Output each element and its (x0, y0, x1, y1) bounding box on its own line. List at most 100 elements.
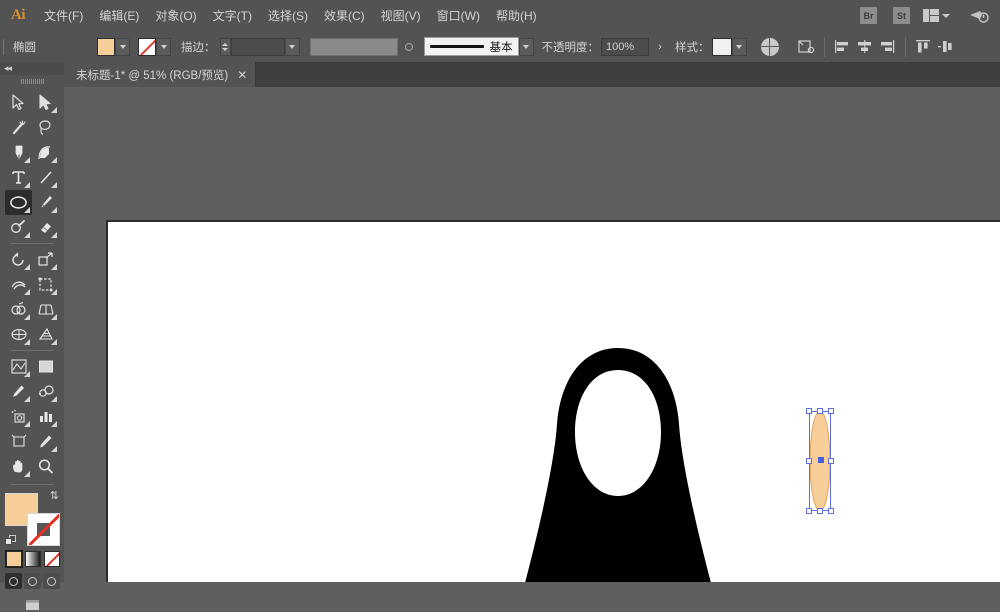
mesh-tool[interactable] (5, 322, 32, 347)
column-graph-tool[interactable] (32, 404, 59, 429)
variable-width-dropdown[interactable] (398, 36, 420, 58)
draw-inside-button[interactable] (43, 573, 60, 589)
perspective-grid-tool[interactable] (32, 297, 59, 322)
lasso-tool[interactable] (32, 115, 59, 140)
align-left-icon[interactable] (832, 36, 854, 58)
free-transform-tool[interactable] (32, 272, 59, 297)
draw-behind-button[interactable] (24, 573, 41, 589)
stroke-weight-input[interactable] (230, 37, 285, 56)
ellipse-tool[interactable] (5, 190, 32, 215)
graphic-style-swatch[interactable] (711, 37, 732, 56)
scale-tool[interactable] (32, 247, 59, 272)
menu-select[interactable]: 选择(S) (260, 0, 316, 31)
document-setup-icon[interactable] (760, 37, 779, 56)
type-tool[interactable] (5, 165, 32, 190)
handle-top-left[interactable] (806, 408, 812, 414)
line-segment-tool[interactable] (32, 165, 59, 190)
align-vertical-center-icon[interactable] (935, 36, 957, 58)
menu-file[interactable]: 文件(F) (36, 0, 91, 31)
eraser-tool[interactable] (32, 215, 59, 240)
eyedropper-tool-2[interactable] (5, 379, 32, 404)
selection-tool[interactable] (5, 90, 32, 115)
close-icon[interactable]: ✕ (237, 69, 247, 81)
screen-mode-button[interactable] (0, 589, 64, 612)
bridge-icon[interactable]: Br (860, 7, 877, 24)
none-mode-button[interactable] (44, 551, 60, 567)
tools-panel-grip[interactable] (0, 75, 64, 88)
stroke-swatch[interactable] (27, 513, 60, 546)
graphic-style-dropdown[interactable] (731, 37, 747, 56)
color-mode-button[interactable] (5, 550, 23, 568)
fill-color-swatch[interactable] (97, 37, 115, 56)
stroke-profile-label: 基本 (489, 41, 513, 54)
control-bar-grip[interactable] (0, 31, 7, 62)
stroke-profile-dropdown[interactable] (518, 37, 534, 56)
curvature-tool[interactable] (32, 140, 59, 165)
menu-object[interactable]: 对象(O) (147, 0, 204, 31)
measure-tool[interactable] (32, 379, 59, 404)
gradient-tool[interactable] (32, 322, 59, 347)
selected-ellipse-shape[interactable] (803, 407, 837, 515)
width-tool[interactable] (5, 272, 32, 297)
pen-tool[interactable] (5, 140, 32, 165)
stock-icon[interactable]: St (893, 7, 910, 24)
document-tab-bar: 未标题-1* @ 51% (RGB/预览) ✕ (64, 62, 1000, 87)
workspace-switcher[interactable] (919, 9, 954, 22)
handle-bottom-left[interactable] (806, 508, 812, 514)
handle-bottom-right[interactable] (828, 508, 834, 514)
menu-view[interactable]: 视图(V) (373, 0, 429, 31)
align-top-icon[interactable] (913, 36, 935, 58)
handle-top-center[interactable] (817, 408, 823, 414)
menu-bar: Ai 文件(F) 编辑(E) 对象(O) 文字(T) 选择(S) 效果(C) 视… (0, 0, 1000, 31)
align-center-horizontal-icon[interactable] (854, 36, 876, 58)
blend-tool[interactable] (32, 354, 59, 379)
collapse-panel-icon[interactable]: ◂◂ (4, 63, 12, 74)
document-tab[interactable]: 未标题-1* @ 51% (RGB/预览) ✕ (64, 62, 257, 87)
menu-type[interactable]: 文字(T) (205, 0, 260, 31)
swap-fill-stroke-icon[interactable]: ⇅ (50, 489, 59, 502)
canvas-area[interactable] (64, 87, 1000, 582)
menu-window[interactable]: 窗口(W) (429, 0, 488, 31)
align-right-icon[interactable] (876, 36, 898, 58)
shaper-tool[interactable] (5, 215, 32, 240)
tools-panel-header[interactable]: ◂◂ (0, 62, 64, 75)
fill-dropdown[interactable] (115, 37, 130, 56)
default-fill-stroke-icon[interactable] (5, 535, 17, 547)
stroke-profile-selector[interactable]: 基本 (423, 37, 519, 56)
shape-builder-tool[interactable] (5, 297, 32, 322)
rotate-tool[interactable] (5, 247, 32, 272)
stroke-weight-stepper[interactable] (219, 37, 231, 56)
handle-middle-left[interactable] (806, 458, 812, 464)
hand-tool[interactable] (5, 454, 32, 479)
menu-help[interactable]: 帮助(H) (488, 0, 545, 31)
handle-top-right[interactable] (828, 408, 834, 414)
gradient-mode-button[interactable] (25, 551, 41, 567)
veil-silhouette-shape[interactable] (513, 346, 723, 582)
opacity-input[interactable]: 100% (601, 37, 649, 56)
transform-panel-icon[interactable] (795, 36, 817, 58)
menu-effect[interactable]: 效果(C) (316, 0, 373, 31)
handle-bottom-center[interactable] (817, 508, 823, 514)
artboard[interactable] (106, 220, 1000, 582)
handle-middle-right[interactable] (828, 458, 834, 464)
opacity-options-icon[interactable]: › (649, 36, 671, 58)
zoom-tool[interactable] (32, 454, 59, 479)
style-label: 样式： (675, 41, 710, 54)
search-adobe-icon[interactable] (968, 6, 990, 26)
draw-normal-button[interactable] (5, 573, 22, 589)
document-tab-title: 未标题-1* @ 51% (RGB/预览) (76, 69, 229, 82)
direct-selection-tool[interactable] (32, 90, 59, 115)
artboard-tool[interactable] (5, 429, 32, 454)
eyedropper-tool[interactable] (5, 354, 32, 379)
chevron-down-icon (942, 13, 950, 18)
active-tool-label: 椭圆 (13, 41, 36, 54)
stroke-dropdown[interactable] (156, 37, 171, 56)
stroke-weight-dropdown[interactable] (284, 37, 300, 56)
magic-wand-tool[interactable] (5, 115, 32, 140)
paintbrush-tool[interactable] (32, 190, 59, 215)
workspace-layout-icon (923, 9, 939, 22)
menu-edit[interactable]: 编辑(E) (91, 0, 147, 31)
stroke-color-swatch[interactable] (138, 37, 156, 56)
slice-tool[interactable] (32, 429, 59, 454)
symbol-sprayer-tool[interactable] (5, 404, 32, 429)
